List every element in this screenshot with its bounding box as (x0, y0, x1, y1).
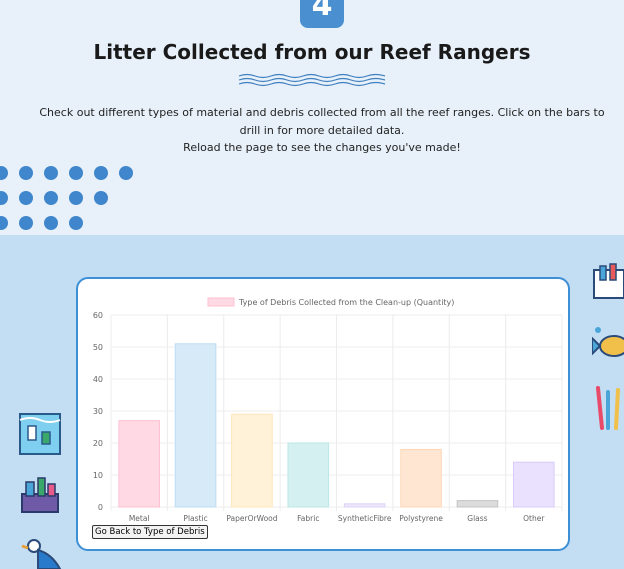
legend-label: Type of Debris Collected from the Clean-… (238, 298, 454, 307)
wave-divider (238, 73, 386, 87)
x-tick-label: Plastic (183, 514, 207, 523)
intro-line-1: Check out different types of material an… (39, 106, 605, 137)
straws-icon (596, 386, 620, 430)
bar-plastic[interactable] (174, 343, 217, 508)
x-tick-label: SyntheticFibre (338, 514, 392, 523)
legend-swatch (207, 297, 235, 307)
x-tick-label: Other (523, 514, 545, 523)
recycling-bin-icon (593, 263, 624, 299)
x-tick-label: Metal (129, 514, 150, 523)
y-tick-label: 20 (93, 439, 103, 448)
x-tick-label: Fabric (297, 514, 319, 523)
page-title: Litter Collected from our Reef Rangers (93, 40, 531, 64)
debris-bar-chart: Type of Debris Collected from the Clean-… (93, 297, 563, 523)
back-to-debris-type-button[interactable]: Go Back to Type of Debris (92, 525, 208, 539)
cleaning-supplies-icon (21, 477, 59, 513)
intro-text: Check out different types of material an… (36, 104, 608, 157)
bar-syntheticfibre[interactable] (343, 503, 386, 508)
bird-icon (21, 539, 62, 569)
y-tick-label: 50 (93, 343, 103, 352)
step-number-badge: 4 (300, 0, 344, 28)
intro-line-2: Reload the page to see the changes you'v… (183, 141, 461, 154)
y-tick-label: 0 (98, 503, 103, 512)
y-tick-label: 30 (93, 407, 103, 416)
y-tick-label: 40 (93, 375, 103, 384)
bar-polystyrene[interactable] (400, 448, 442, 508)
chart-card: Type of Debris Collected from the Clean-… (76, 277, 570, 551)
x-tick-label: PaperOrWood (226, 514, 277, 523)
bar-paperorwood[interactable] (231, 413, 273, 508)
bar-fabric[interactable] (287, 442, 330, 508)
bar-metal[interactable] (118, 420, 160, 508)
y-tick-label: 60 (93, 311, 103, 320)
x-tick-label: Polystyrene (399, 514, 443, 523)
plastic-litter-icon (19, 413, 61, 455)
y-tick-label: 10 (93, 471, 103, 480)
fish-icon (592, 327, 624, 357)
bar-other[interactable] (513, 461, 555, 508)
bar-glass[interactable] (456, 500, 499, 508)
x-tick-label: Glass (467, 514, 487, 523)
